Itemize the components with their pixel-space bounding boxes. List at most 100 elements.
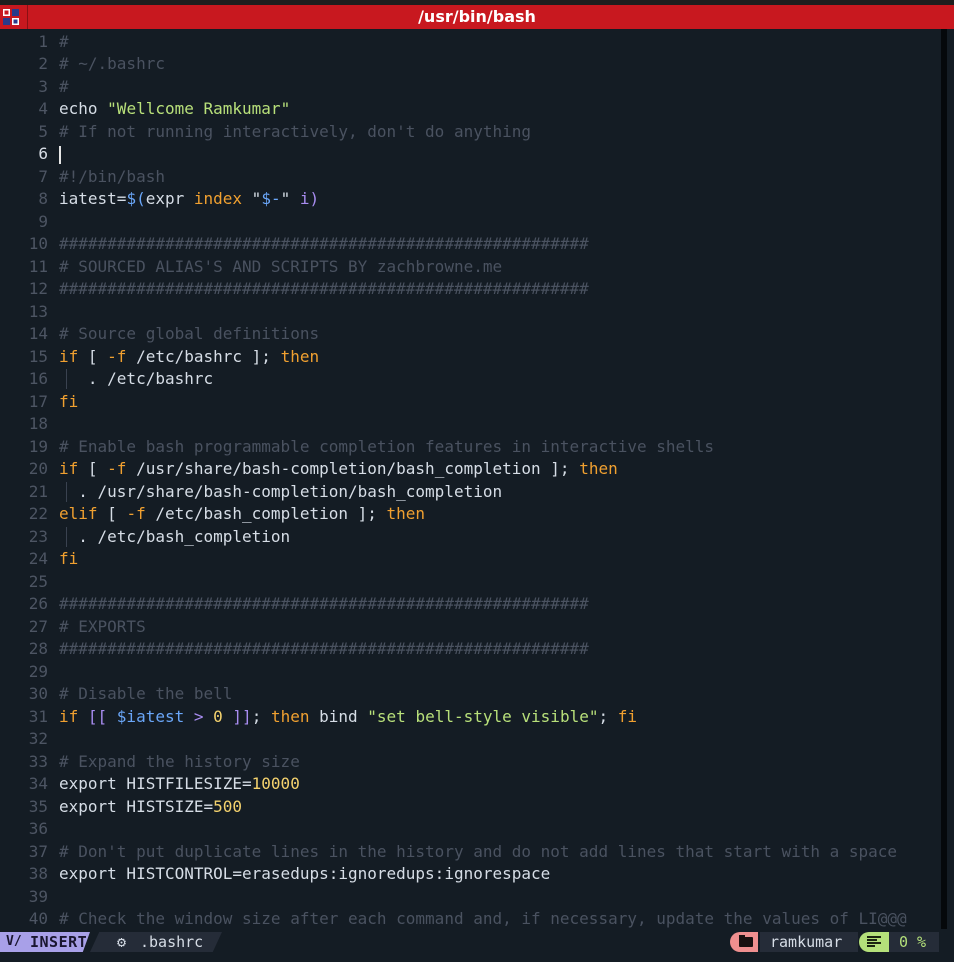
code-token: -f	[107, 346, 127, 366]
code-line[interactable]: 25	[0, 571, 940, 594]
code-line[interactable]: 27 # EXPORTS	[0, 616, 940, 639]
code-line[interactable]: 34 export HISTFILESIZE=10000	[0, 773, 940, 796]
code-line[interactable]: 30 # Disable the bell	[0, 683, 940, 706]
code-token: [	[97, 504, 127, 523]
code-token: . /etc/bash_completion	[59, 526, 291, 546]
gear-icon: ⚙	[117, 933, 127, 951]
line-number: 38	[28, 864, 48, 883]
code-text: . /etc/bash_completion	[59, 526, 290, 549]
code-token: export HISTFILESIZE=	[59, 774, 252, 793]
code-token: fi	[59, 549, 79, 568]
code-line[interactable]: 23 . /etc/bash_completion	[0, 526, 940, 549]
code-line[interactable]: 22 elif [ -f /etc/bash_completion ]; then	[0, 503, 940, 526]
code-line[interactable]: 6	[0, 143, 940, 166]
code-token: echo	[59, 99, 108, 118]
code-line[interactable]: 19 # Enable bash programmable completion …	[0, 436, 940, 459]
line-number: 7	[38, 166, 48, 186]
code-line[interactable]: 10 ######################################…	[0, 233, 940, 256]
code-line[interactable]: 39	[0, 886, 940, 909]
code-token: # Source global definitions	[59, 324, 320, 343]
line-number: 8	[38, 189, 48, 208]
line-number: 23	[28, 526, 48, 546]
code-line[interactable]: 31 if [[ $iatest > 0 ]]; then bind "set b…	[0, 706, 940, 729]
filename-label: .bashrc	[140, 933, 204, 951]
code-token: $iatest	[116, 706, 185, 726]
code-text: ########################################…	[59, 233, 589, 256]
code-line[interactable]: 13	[0, 301, 940, 324]
code-text: # Expand the history size	[59, 751, 300, 774]
code-token: fi	[59, 391, 79, 411]
text-cursor	[59, 146, 61, 164]
code-token: index	[193, 189, 243, 208]
code-line[interactable]: 1 #	[0, 31, 940, 54]
code-line[interactable]: 40 # Check the window size after each com…	[0, 908, 940, 929]
code-token: $(	[126, 189, 146, 208]
scrollbar[interactable]	[941, 29, 947, 929]
code-line[interactable]: 9	[0, 211, 940, 234]
user-segment-icon	[730, 932, 758, 952]
code-line[interactable]: 2 # ~/.bashrc	[0, 53, 940, 76]
code-text: # ~/.bashrc	[59, 53, 165, 76]
code-line[interactable]: 32	[0, 728, 940, 751]
code-line[interactable]: 28 ######################################…	[0, 638, 940, 661]
code-token: bind	[309, 706, 368, 726]
code-line[interactable]: 3 #	[0, 76, 940, 99]
code-line[interactable]: 4 echo "Wellcome Ramkumar"	[0, 98, 940, 121]
code-text: # SOURCED ALIAS'S AND SCRIPTS BY zachbro…	[59, 256, 502, 279]
code-token: "	[242, 189, 262, 208]
code-token: #!/bin/bash	[59, 166, 165, 186]
user-segment: ramkumar	[760, 932, 858, 952]
line-number: 22	[28, 504, 48, 523]
code-line[interactable]: 18	[0, 413, 940, 436]
code-line[interactable]: 36	[0, 818, 940, 841]
code-line[interactable]: 20 if [ -f /usr/share/bash-completion/bas…	[0, 458, 940, 481]
editor-buffer[interactable]: 1 #2 # ~/.bashrc 3 #4 echo "Wellcome Ramkumar…	[0, 29, 954, 929]
position-segment-icon	[859, 932, 889, 952]
line-number: 9	[38, 211, 48, 231]
code-line[interactable]: 24 fi	[0, 548, 940, 571]
line-number: 4	[38, 99, 48, 118]
code-token: -f	[126, 504, 146, 523]
line-number: 40	[28, 909, 48, 928]
mode-label: INSERT	[30, 933, 88, 951]
code-text: elif [ -f /etc/bash_completion ]; then	[59, 503, 425, 526]
code-line[interactable]: 26 ######################################…	[0, 593, 940, 616]
code-line[interactable]: 21 . /usr/share/bash-completion/bash_com…	[0, 481, 940, 504]
code-token: if	[59, 459, 79, 478]
code-line[interactable]: 15 if [ -f /etc/bashrc ]; then	[0, 346, 940, 369]
code-text: ########################################…	[59, 593, 589, 616]
line-number: 12	[28, 279, 48, 298]
code-line[interactable]: 37 # Don't put duplicate lines in the his…	[0, 841, 940, 864]
code-line[interactable]: 38 export HISTCONTROL=erasedups:ignoredup…	[0, 863, 940, 886]
line-number: 3	[38, 76, 48, 96]
code-token: elif	[59, 504, 98, 523]
code-token: then	[579, 459, 618, 478]
code-text: #!/bin/bash	[59, 166, 165, 189]
code-token: . /usr/share/bash-completion/bash_comple…	[59, 481, 503, 501]
code-line[interactable]: 11 # SOURCED ALIAS'S AND SCRIPTS BY zachb…	[0, 256, 940, 279]
code-line[interactable]: 12 ######################################…	[0, 278, 940, 301]
code-line[interactable]: 7 #!/bin/bash	[0, 166, 940, 189]
status-line: V/ INSERT ⚙ .bashrc ramkumar 0 %	[0, 929, 954, 962]
code-text: if [[ $iatest > 0 ]]; then bind "set bel…	[59, 706, 637, 729]
code-line[interactable]: 29	[0, 661, 940, 684]
code-line[interactable]: 16 . /etc/bashrc	[0, 368, 940, 391]
code-line[interactable]: 33 # Expand the history size	[0, 751, 940, 774]
code-line[interactable]: 5 # If not running interactively, don't d…	[0, 121, 940, 144]
code-token: then	[386, 504, 426, 523]
code-text: # Disable the bell	[59, 683, 232, 706]
code-text: # Source global definitions	[59, 323, 319, 346]
code-text: fi	[59, 391, 78, 414]
code-token: [	[78, 346, 108, 366]
code-text: iatest=$(expr index "$-" i)	[59, 188, 319, 211]
code-line[interactable]: 8 iatest=$(expr index "$-" i)	[0, 188, 940, 211]
code-token: # SOURCED ALIAS'S AND SCRIPTS BY zachbro…	[59, 256, 503, 276]
code-token: . /etc/bashrc	[59, 369, 214, 388]
title-bar[interactable]: /usr/bin/bash	[0, 5, 954, 29]
code-line[interactable]: 35 export HISTSIZE=500	[0, 796, 940, 819]
code-line[interactable]: 14 # Source global definitions	[0, 323, 940, 346]
line-number: 5	[38, 121, 48, 141]
code-line[interactable]: 17 fi	[0, 391, 940, 414]
code-token: -f	[107, 459, 127, 478]
scrollbar-thumb[interactable]	[941, 29, 947, 929]
